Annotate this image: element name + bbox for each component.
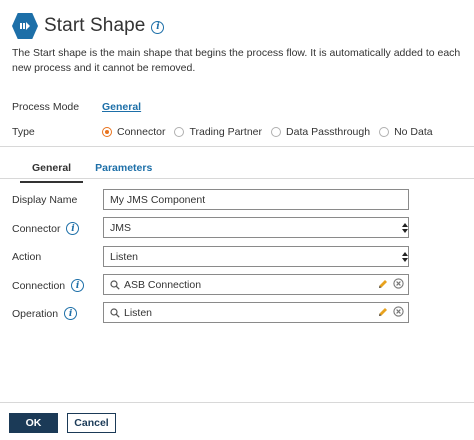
process-mode-label: Process Mode [12, 101, 80, 113]
operation-value: Listen [124, 306, 153, 319]
radio-no-data[interactable]: No Data [379, 126, 433, 138]
radio-data-passthrough[interactable]: Data Passthrough [271, 126, 370, 138]
search-icon [110, 307, 120, 318]
process-mode-row: Process Mode General [12, 101, 141, 113]
clear-icon[interactable] [393, 278, 404, 289]
start-shape-icon [12, 13, 38, 39]
display-name-field[interactable]: My JMS Component [103, 189, 409, 210]
display-name-label: Display Name [12, 194, 78, 206]
type-row: Type Connector Trading Partner Data Pass… [12, 126, 442, 138]
radio-connector[interactable]: Connector [102, 126, 165, 138]
page-title: Start Shape [44, 15, 146, 36]
operation-label: Operation [12, 307, 59, 320]
info-icon[interactable]: i [71, 279, 85, 292]
action-select[interactable]: Listen [103, 246, 409, 267]
radio-button[interactable] [174, 127, 185, 137]
description: The Start shape is the main shape that b… [12, 47, 461, 74]
tab-divider [0, 178, 474, 179]
radio-label: No Data [394, 126, 433, 138]
clear-icon[interactable] [393, 306, 404, 317]
section-divider [0, 146, 474, 147]
connector-select[interactable]: JMS [103, 217, 409, 238]
radio-label: Connector [117, 126, 166, 138]
connection-field[interactable]: ASB Connection [103, 274, 409, 295]
footer-divider [0, 402, 474, 403]
select-arrows-icon[interactable] [401, 218, 408, 237]
search-icon [110, 279, 120, 290]
select-arrows-icon[interactable] [401, 247, 408, 266]
display-name-row: Display Name [12, 194, 104, 206]
tab-parameters[interactable]: Parameters [83, 158, 164, 183]
action-row: Action [12, 251, 104, 263]
tab-bar: General Parameters [20, 158, 164, 183]
radio-trading-partner[interactable]: Trading Partner [174, 126, 262, 138]
tab-general[interactable]: General [20, 158, 84, 183]
ok-button[interactable]: OK [9, 413, 58, 433]
connection-row: Connection i [12, 279, 104, 292]
info-icon[interactable]: i [66, 222, 80, 235]
radio-button-selected[interactable] [102, 127, 112, 137]
connector-label: Connector [12, 222, 61, 235]
operation-field[interactable]: Listen [103, 302, 409, 323]
cancel-button[interactable]: Cancel [67, 413, 116, 433]
operation-row: Operation i [12, 307, 104, 320]
start-shape-glyph [20, 22, 30, 30]
pencil-icon[interactable] [378, 307, 388, 317]
radio-button[interactable] [379, 127, 390, 137]
type-label: Type [12, 126, 35, 138]
radio-label: Data Passthrough [286, 126, 371, 138]
type-radio-group: Connector Trading Partner Data Passthrou… [102, 126, 442, 138]
display-name-value: My JMS Component [110, 193, 206, 206]
pencil-icon[interactable] [378, 279, 388, 289]
radio-button[interactable] [271, 127, 282, 137]
action-value: Listen [110, 250, 139, 263]
info-icon[interactable]: i [151, 20, 165, 34]
connector-value: JMS [110, 221, 131, 234]
action-label: Action [12, 251, 42, 263]
connector-row: Connector i [12, 222, 104, 235]
radio-label: Trading Partner [189, 126, 263, 138]
process-mode-link[interactable]: General [102, 101, 141, 113]
dialog-header: Start Shape i [12, 12, 165, 40]
connection-value: ASB Connection [124, 278, 202, 291]
info-icon[interactable]: i [64, 307, 78, 320]
connection-label: Connection [12, 279, 66, 292]
